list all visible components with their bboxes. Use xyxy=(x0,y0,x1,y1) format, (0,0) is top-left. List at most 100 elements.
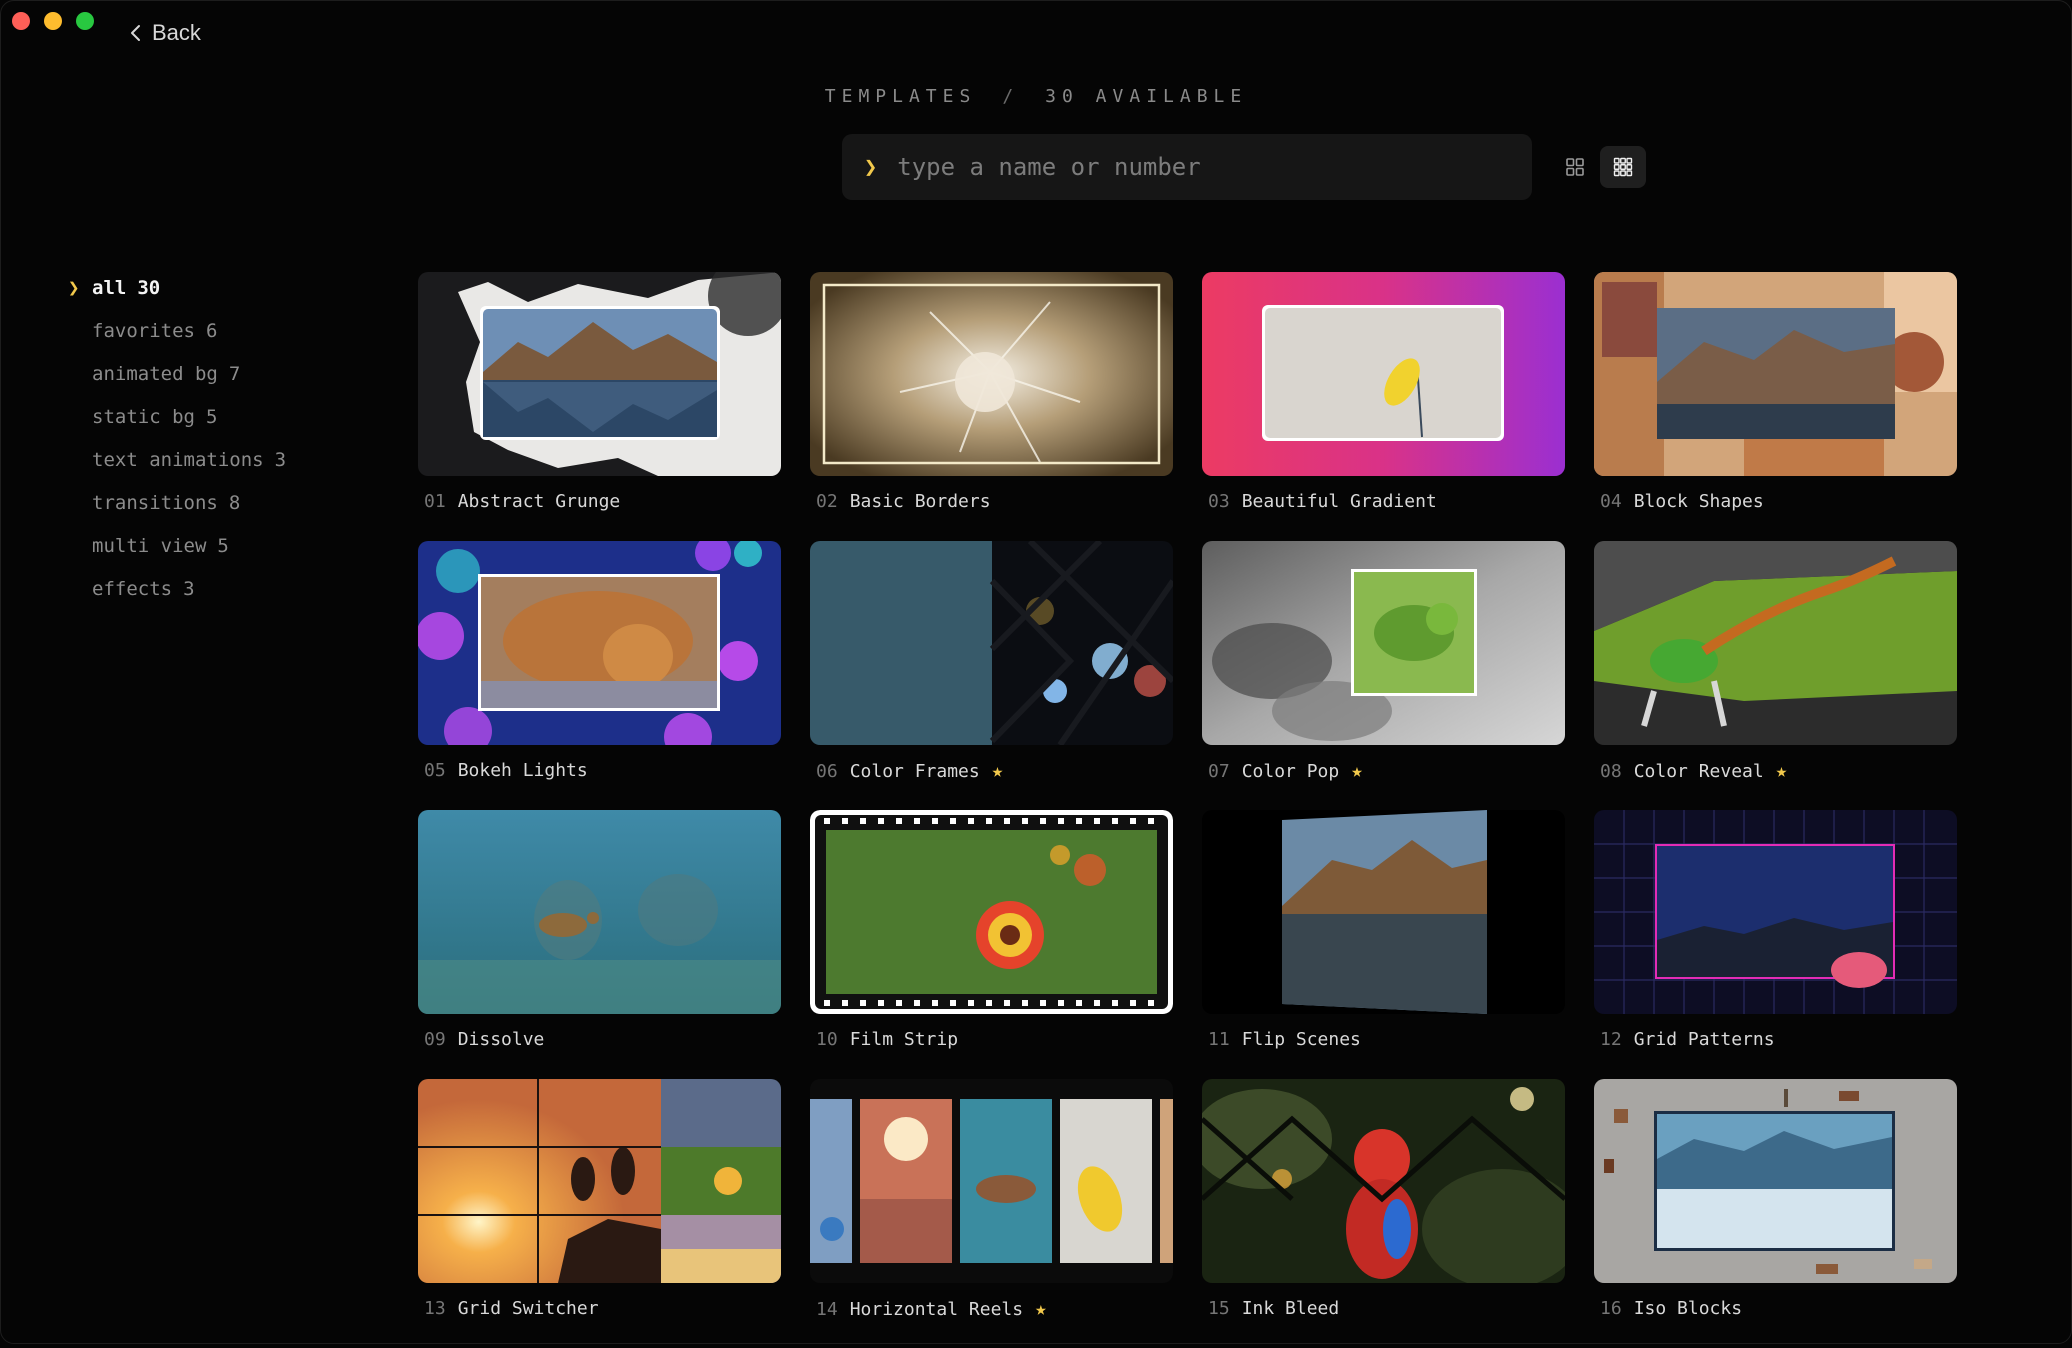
template-card[interactable]: 10 Film Strip xyxy=(810,810,1173,1079)
close-window-button[interactable] xyxy=(12,12,30,30)
page-heading: TEMPLATES / 30 AVAILABLE xyxy=(0,86,2072,107)
template-thumbnail xyxy=(810,1079,1173,1283)
sidebar-item-count: 8 xyxy=(228,491,241,514)
active-chevron-icon: ❯ xyxy=(68,276,80,299)
template-name: Color Reveal xyxy=(1633,760,1764,782)
template-card[interactable]: 07 Color Pop ★ xyxy=(1202,541,1565,810)
template-card[interactable]: 16 Iso Blocks xyxy=(1594,1079,1957,1348)
template-thumbnail xyxy=(1594,272,1957,476)
template-number: 11 xyxy=(1208,1029,1230,1050)
template-thumbnail xyxy=(1594,810,1957,1014)
template-thumbnail xyxy=(418,1079,781,1283)
template-card[interactable]: 05 Bokeh Lights xyxy=(418,541,781,810)
back-button[interactable]: Back xyxy=(126,20,201,46)
template-grid: 01 Abstract Grunge 02 Basic Borders 03 B… xyxy=(418,272,1957,1348)
sidebar-item-count: 5 xyxy=(205,405,218,428)
template-card[interactable]: 02 Basic Borders xyxy=(810,272,1173,541)
back-label: Back xyxy=(152,20,201,45)
sidebar-item-label: all xyxy=(92,276,127,299)
template-name: Iso Blocks xyxy=(1633,1298,1743,1319)
template-name: Beautiful Gradient xyxy=(1241,491,1437,512)
sidebar-item-label: effects xyxy=(92,577,173,600)
template-name: Grid Switcher xyxy=(457,1298,599,1319)
template-card[interactable]: 08 Color Reveal ★ xyxy=(1594,541,1957,810)
sidebar-item-count: 3 xyxy=(274,448,287,471)
template-card[interactable]: 06 Color Frames ★ xyxy=(810,541,1173,810)
sidebar-item-count: 5 xyxy=(217,534,229,557)
sidebar-item-count: 3 xyxy=(183,577,195,600)
sidebar-item-count: 30 xyxy=(137,276,161,299)
template-number: 13 xyxy=(424,1298,446,1319)
template-name: Horizontal Reels xyxy=(849,1298,1024,1320)
template-number: 15 xyxy=(1208,1298,1230,1319)
template-card[interactable]: 15 Ink Bleed xyxy=(1202,1079,1565,1348)
template-number: 10 xyxy=(816,1029,838,1050)
favorite-star-icon[interactable]: ★ xyxy=(1776,760,1787,782)
template-number: 07 xyxy=(1208,760,1230,782)
template-card[interactable]: 11 Flip Scenes xyxy=(1202,810,1565,1079)
window-controls xyxy=(12,12,94,30)
page-title: TEMPLATES xyxy=(824,86,977,107)
sidebar-item-label: text animations xyxy=(92,448,264,471)
view-grid-3x3-button[interactable] xyxy=(1600,146,1646,188)
template-number: 03 xyxy=(1208,491,1230,512)
template-number: 09 xyxy=(424,1029,446,1050)
grid-3x3-icon xyxy=(1613,157,1633,177)
template-card[interactable]: 13 Grid Switcher xyxy=(418,1079,781,1348)
template-number: 05 xyxy=(424,760,446,781)
sidebar-item-animated-bg[interactable]: animated bg 7 xyxy=(68,352,286,395)
sidebar-item-multi-view[interactable]: multi view 5 xyxy=(68,524,286,567)
chevron-left-icon xyxy=(131,25,140,41)
sidebar-item-all[interactable]: ❯ all 30 xyxy=(68,266,286,309)
sidebar-item-label: multi view xyxy=(92,534,207,557)
prompt-chevron-icon: ❯ xyxy=(864,154,878,180)
zoom-window-button[interactable] xyxy=(76,12,94,30)
minimize-window-button[interactable] xyxy=(44,12,62,30)
template-thumbnail xyxy=(810,541,1173,745)
favorite-star-icon[interactable]: ★ xyxy=(1035,1298,1046,1320)
template-name: Bokeh Lights xyxy=(457,760,588,781)
template-card[interactable]: 14 Horizontal Reels ★ xyxy=(810,1079,1173,1348)
template-card[interactable]: 03 Beautiful Gradient xyxy=(1202,272,1565,541)
template-thumbnail xyxy=(810,272,1173,476)
search-input[interactable] xyxy=(895,152,1480,182)
favorite-star-icon[interactable]: ★ xyxy=(1351,760,1362,782)
template-thumbnail xyxy=(1202,272,1565,476)
template-number: 08 xyxy=(1600,760,1622,782)
sidebar-item-count: 6 xyxy=(205,319,218,342)
template-thumbnail xyxy=(1594,541,1957,745)
template-name: Basic Borders xyxy=(849,491,991,512)
sidebar-item-label: favorites xyxy=(92,319,195,342)
sidebar-item-transitions[interactable]: transitions 8 xyxy=(68,481,286,524)
template-card[interactable]: 01 Abstract Grunge xyxy=(418,272,781,541)
template-name: Abstract Grunge xyxy=(457,491,621,512)
sidebar-item-favorites[interactable]: favorites 6 xyxy=(68,309,286,352)
sidebar-item-effects[interactable]: effects 3 xyxy=(68,567,286,610)
template-number: 01 xyxy=(424,491,446,512)
favorite-star-icon[interactable]: ★ xyxy=(992,760,1003,782)
template-name: Block Shapes xyxy=(1633,491,1764,512)
sidebar-item-label: animated bg xyxy=(92,362,218,385)
template-number: 12 xyxy=(1600,1029,1622,1050)
template-card[interactable]: 09 Dissolve xyxy=(418,810,781,1079)
sidebar-item-text-animations[interactable]: text animations 3 xyxy=(68,438,286,481)
template-number: 14 xyxy=(816,1298,838,1320)
template-name: Color Frames xyxy=(849,760,980,782)
template-thumbnail xyxy=(1202,810,1565,1014)
template-name: Flip Scenes xyxy=(1241,1029,1361,1050)
template-name: Ink Bleed xyxy=(1241,1298,1340,1319)
template-card[interactable]: 04 Block Shapes xyxy=(1594,272,1957,541)
template-card[interactable]: 12 Grid Patterns xyxy=(1594,810,1957,1079)
sidebar-item-count: 7 xyxy=(228,362,241,385)
template-thumbnail xyxy=(1202,541,1565,745)
search-bar[interactable]: ❯ xyxy=(842,134,1532,200)
template-thumbnail xyxy=(418,810,781,1014)
heading-separator: / xyxy=(1002,86,1020,107)
sidebar-item-label: static bg xyxy=(92,405,195,428)
sidebar-item-static-bg[interactable]: static bg 5 xyxy=(68,395,286,438)
template-name: Film Strip xyxy=(849,1029,959,1050)
template-name: Grid Patterns xyxy=(1633,1029,1775,1050)
sidebar-item-label: transitions xyxy=(92,491,218,514)
grid-2x2-icon xyxy=(1566,158,1584,176)
view-grid-2x2-button[interactable] xyxy=(1552,146,1598,188)
